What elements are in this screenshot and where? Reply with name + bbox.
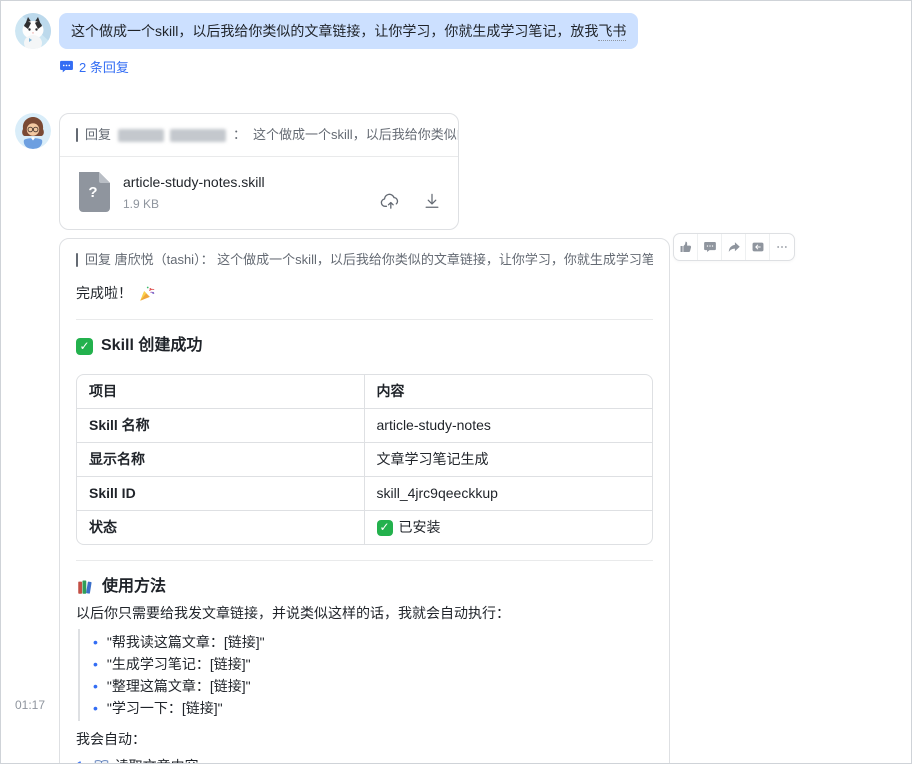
assistant-avatar[interactable] bbox=[15, 113, 51, 149]
user-message-entity: 飞书 bbox=[598, 23, 626, 41]
success-heading-text: Skill 创建成功 bbox=[101, 335, 202, 357]
bullet-icon: • bbox=[93, 631, 98, 653]
usage-example-list: • "帮我读这篇文章：[链接]" • "生成学习笔记：[链接]" • "整理这篇… bbox=[78, 629, 653, 721]
file-name: article-study-notes.skill bbox=[123, 174, 265, 190]
row-value: article-study-notes bbox=[365, 409, 653, 443]
row-key: Skill ID bbox=[77, 477, 365, 511]
list-item: • "学习一下：[链接]" bbox=[93, 697, 653, 719]
usage-heading: 使用方法 bbox=[76, 576, 653, 598]
skill-info-table: 项目 内容 Skill 名称 article-study-notes 显示名称 … bbox=[76, 374, 653, 545]
file-message-card: 回复 ： 这个做成一个skill，以后我给你类似的文章... ? article… bbox=[59, 113, 459, 230]
bullet-icon: • bbox=[93, 675, 98, 697]
table-header-row: 项目 内容 bbox=[77, 375, 652, 409]
usage-example: "学习一下：[链接]" bbox=[107, 697, 223, 719]
quoted-reply-2[interactable]: 回复 唐欣悦（tashi）： 这个做成一个skill，以后我给你类似的文章链接，… bbox=[76, 251, 653, 269]
row-key: Skill 名称 bbox=[77, 409, 365, 443]
message-action-toolbar bbox=[673, 233, 795, 261]
user-message-text: 这个做成一个skill，以后我给你类似的文章链接，让你学习，你就生成学习笔记，放… bbox=[71, 23, 598, 39]
message-timestamp: 01:17 bbox=[15, 698, 45, 712]
redacted-name bbox=[118, 126, 226, 144]
table-row: 状态 ✓ 已安装 bbox=[77, 511, 652, 544]
quote-excerpt: 这个做成一个skill，以后我给你类似的文章... bbox=[253, 126, 458, 144]
table-row: 显示名称 文章学习笔记生成 bbox=[77, 443, 652, 477]
open-book-icon bbox=[93, 758, 110, 764]
usage-heading-text: 使用方法 bbox=[102, 576, 166, 598]
save-to-cloud-button[interactable] bbox=[379, 191, 400, 212]
list-item: • "整理这篇文章：[链接]" bbox=[93, 675, 653, 697]
step-number: 1. bbox=[76, 758, 88, 764]
reply-bubble-icon bbox=[59, 59, 74, 74]
list-item: • "帮我读这篇文章：[链接]" bbox=[93, 631, 653, 653]
divider bbox=[76, 560, 653, 561]
thumbs-up-icon bbox=[679, 240, 693, 254]
usage-example: "生成学习笔记：[链接]" bbox=[107, 653, 251, 675]
row-value: ✓ 已安装 bbox=[365, 511, 653, 544]
comment-icon bbox=[703, 240, 717, 254]
download-button[interactable] bbox=[422, 191, 442, 212]
step-text: 读取文章内容 bbox=[115, 756, 199, 764]
cat-avatar-image bbox=[15, 13, 51, 49]
chat-window: 这个做成一个skill，以后我给你类似的文章链接，让你学习，你就生成学习笔记，放… bbox=[0, 0, 912, 764]
quote-bar bbox=[76, 128, 78, 142]
assistant-avatar-image bbox=[15, 113, 51, 149]
ellipsis-icon bbox=[775, 240, 789, 254]
report-card: 回复 唐欣悦（tashi）： 这个做成一个skill，以后我给你类似的文章链接，… bbox=[59, 238, 670, 764]
quote-label: 回复 bbox=[85, 126, 111, 144]
table-row: Skill 名称 article-study-notes bbox=[77, 409, 652, 443]
thread-reply-count: 2 条回复 bbox=[79, 57, 129, 76]
file-attachment[interactable]: ? article-study-notes.skill 1.9 KB bbox=[60, 157, 458, 229]
message-assistant-file: 回复 ： 这个做成一个skill，以后我给你类似的文章... ? article… bbox=[1, 79, 911, 230]
table-row: Skill ID skill_4jrc9qeeckkup bbox=[77, 477, 652, 511]
user-avatar[interactable] bbox=[15, 13, 51, 49]
check-icon: ✓ bbox=[377, 520, 393, 536]
usage-example: "帮我读这篇文章：[链接]" bbox=[107, 631, 265, 653]
row-key: 显示名称 bbox=[77, 443, 365, 477]
download-icon bbox=[422, 191, 442, 211]
share-arrow-icon bbox=[727, 240, 741, 254]
quoted-reply[interactable]: 回复 ： 这个做成一个skill，以后我给你类似的文章... bbox=[60, 114, 458, 157]
divider bbox=[76, 319, 653, 320]
quote-text: 回复 唐欣悦（tashi）： 这个做成一个skill，以后我给你类似的文章链接，… bbox=[85, 251, 653, 269]
comment-button[interactable] bbox=[698, 234, 722, 260]
thumbs-up-button[interactable] bbox=[674, 234, 698, 260]
party-popper-icon bbox=[138, 285, 156, 303]
auto-intro: 我会自动： bbox=[76, 729, 653, 750]
list-item: • "生成学习笔记：[链接]" bbox=[93, 653, 653, 675]
bullet-icon: • bbox=[93, 653, 98, 675]
quote-reply-icon bbox=[751, 240, 765, 254]
forward-button[interactable] bbox=[722, 234, 746, 260]
auto-step-1: 1. 读取文章内容 bbox=[76, 756, 653, 764]
row-key: 状态 bbox=[77, 511, 365, 544]
intro-text: 完成啦！ bbox=[76, 283, 132, 304]
usage-example: "整理这篇文章：[链接]" bbox=[107, 675, 251, 697]
cloud-upload-icon bbox=[379, 191, 400, 212]
bullet-icon: • bbox=[93, 697, 98, 719]
success-heading: ✓ Skill 创建成功 bbox=[76, 335, 653, 357]
quote-reply-button[interactable] bbox=[746, 234, 770, 260]
quote-bar bbox=[76, 253, 78, 267]
col-header-item: 项目 bbox=[77, 375, 365, 409]
usage-intro: 以后你只需要给我发文章链接，并说类似这样的话，我就会自动执行： bbox=[76, 603, 653, 624]
unknown-file-glyph: ? bbox=[76, 184, 110, 201]
books-icon bbox=[76, 578, 94, 596]
status-text: 已安装 bbox=[399, 519, 441, 536]
quote-separator: ： bbox=[233, 126, 246, 144]
file-type-icon: ? bbox=[76, 172, 110, 212]
message-user: 这个做成一个skill，以后我给你类似的文章链接，让你学习，你就生成学习笔记，放… bbox=[1, 1, 911, 79]
file-size: 1.9 KB bbox=[123, 197, 265, 211]
row-value: 文章学习笔记生成 bbox=[365, 443, 653, 477]
check-icon: ✓ bbox=[76, 338, 93, 355]
col-header-content: 内容 bbox=[365, 375, 653, 409]
thread-reply-link[interactable]: 2 条回复 bbox=[59, 57, 129, 76]
user-message-bubble: 这个做成一个skill，以后我给你类似的文章链接，让你学习，你就生成学习笔记，放… bbox=[59, 13, 638, 49]
row-value: skill_4jrc9qeeckkup bbox=[365, 477, 653, 511]
message-assistant-report: 回复 唐欣悦（tashi）： 这个做成一个skill，以后我给你类似的文章链接，… bbox=[1, 230, 911, 764]
more-actions-button[interactable] bbox=[770, 234, 794, 260]
